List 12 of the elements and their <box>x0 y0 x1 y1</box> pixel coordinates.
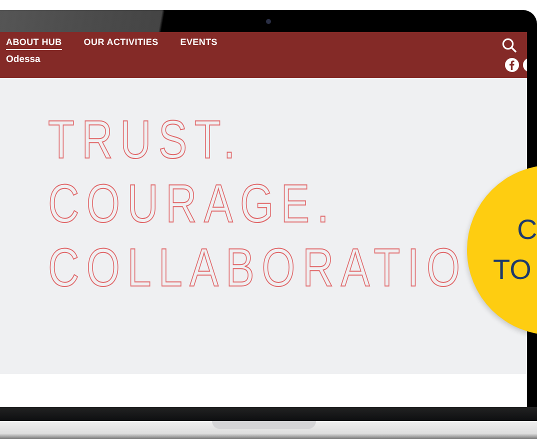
facebook-icon[interactable] <box>505 58 519 72</box>
nav-tab[interactable]: ABOUT HUB <box>6 38 62 50</box>
hero-heading-line: COURAGE. <box>48 173 336 236</box>
camera-icon <box>266 18 271 24</box>
search-icon[interactable] <box>502 38 517 53</box>
hero-heading-line: TRUST. <box>48 109 242 172</box>
badge-text: C <box>516 213 537 247</box>
badge-text: TO <box>493 253 532 287</box>
location-label: Odessa <box>6 52 42 67</box>
hero-heading-line: COLLABORATIO <box>48 237 468 300</box>
nav-tab[interactable]: EVENTS <box>180 38 218 49</box>
nav-tab[interactable]: OUR ACTIVITIES <box>84 38 158 49</box>
